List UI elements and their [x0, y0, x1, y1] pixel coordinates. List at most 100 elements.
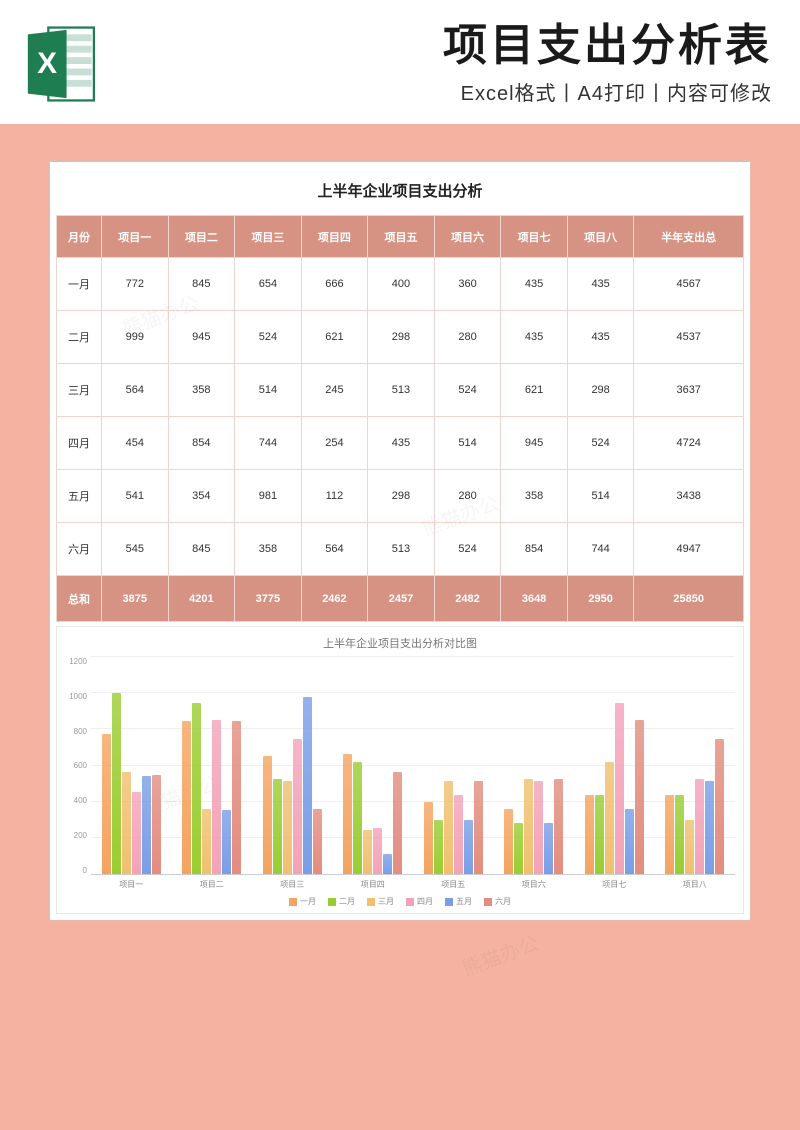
cell: 298 [368, 311, 435, 364]
cell: 541 [102, 470, 169, 523]
cell: 3637 [634, 364, 744, 417]
svg-text:X: X [37, 47, 57, 80]
legend-swatch [406, 898, 414, 906]
table-row: 一月7728456546664003604354354567 [57, 258, 744, 311]
row-label: 六月 [57, 523, 102, 576]
bar [102, 734, 111, 874]
cell: 524 [567, 417, 634, 470]
row-label: 四月 [57, 417, 102, 470]
chart-plot [91, 657, 735, 875]
legend-item: 一月 [289, 896, 316, 907]
row-label: 三月 [57, 364, 102, 417]
row-label: 二月 [57, 311, 102, 364]
cell: 744 [235, 417, 302, 470]
cell: 524 [434, 523, 501, 576]
legend-item: 三月 [367, 896, 394, 907]
watermark: 熊猫办公 [457, 927, 542, 982]
cell: 400 [368, 258, 435, 311]
header-band: X 项目支出分析表 Excel格式丨A4打印丨内容可修改 [0, 0, 800, 124]
totals-cell: 3875 [102, 576, 169, 622]
cell: 981 [235, 470, 302, 523]
cell: 772 [102, 258, 169, 311]
cell: 354 [168, 470, 235, 523]
bar [293, 739, 302, 874]
chart-title: 上半年企业项目支出分析对比图 [65, 633, 735, 657]
cell: 435 [368, 417, 435, 470]
x-tick-label: 项目七 [574, 875, 655, 890]
bar [112, 693, 121, 874]
legend-swatch [289, 898, 297, 906]
bar [685, 820, 694, 874]
column-header: 项目四 [301, 216, 368, 258]
bar-group [252, 657, 333, 874]
cell: 435 [501, 258, 568, 311]
bar [715, 739, 724, 874]
data-table: 月份项目一项目二项目三项目四项目五项目六项目七项目八半年支出总 一月772845… [56, 215, 744, 622]
bar [182, 721, 191, 874]
totals-cell: 2482 [434, 576, 501, 622]
totals-cell: 2462 [301, 576, 368, 622]
table-row: 五月5413549811122982803585143438 [57, 470, 744, 523]
cell: 854 [168, 417, 235, 470]
bar [283, 781, 292, 874]
bar [424, 802, 433, 874]
cell: 454 [102, 417, 169, 470]
legend-swatch [328, 898, 336, 906]
column-header: 半年支出总 [634, 216, 744, 258]
page-subtitle: Excel格式丨A4打印丨内容可修改 [118, 77, 772, 106]
bar [474, 781, 483, 874]
bar-group [494, 657, 575, 874]
cell: 666 [301, 258, 368, 311]
bar [514, 823, 523, 874]
legend-swatch [484, 898, 492, 906]
bar [212, 720, 221, 874]
bar [554, 779, 563, 874]
column-header: 项目七 [501, 216, 568, 258]
x-tick-label: 项目四 [333, 875, 414, 890]
bar [263, 756, 272, 874]
bar [363, 830, 372, 874]
legend-item: 四月 [406, 896, 433, 907]
table-row: 四月4548547442544355149455244724 [57, 417, 744, 470]
bar [192, 703, 201, 874]
bar [595, 795, 604, 874]
cell: 845 [168, 523, 235, 576]
legend-item: 六月 [484, 896, 511, 907]
bar [705, 781, 714, 874]
cell: 654 [235, 258, 302, 311]
legend-item: 五月 [445, 896, 472, 907]
header-text: 项目支出分析表 Excel格式丨A4打印丨内容可修改 [118, 22, 772, 105]
legend-label: 四月 [417, 896, 433, 907]
totals-cell: 2457 [368, 576, 435, 622]
legend-label: 三月 [378, 896, 394, 907]
bar [665, 795, 674, 874]
cell: 298 [567, 364, 634, 417]
bar [625, 809, 634, 874]
x-axis-labels: 项目一项目二项目三项目四项目五项目六项目七项目八 [91, 875, 735, 890]
cell: 358 [168, 364, 235, 417]
table-row: 三月5643585142455135246212983637 [57, 364, 744, 417]
column-header: 项目一 [102, 216, 169, 258]
cell: 845 [168, 258, 235, 311]
cell: 514 [235, 364, 302, 417]
cell: 4724 [634, 417, 744, 470]
cell: 435 [501, 311, 568, 364]
bar [393, 772, 402, 874]
bar [544, 823, 553, 874]
cell: 621 [501, 364, 568, 417]
cell: 112 [301, 470, 368, 523]
cell: 358 [501, 470, 568, 523]
bar [222, 810, 231, 874]
bar [353, 762, 362, 874]
cell: 744 [567, 523, 634, 576]
bar [695, 779, 704, 874]
bar [142, 776, 151, 874]
cell: 4537 [634, 311, 744, 364]
bar-group [574, 657, 655, 874]
totals-cell: 3648 [501, 576, 568, 622]
x-tick-label: 项目五 [413, 875, 494, 890]
cell: 435 [567, 311, 634, 364]
bar [675, 795, 684, 874]
totals-cell: 2950 [567, 576, 634, 622]
bar [464, 820, 473, 874]
